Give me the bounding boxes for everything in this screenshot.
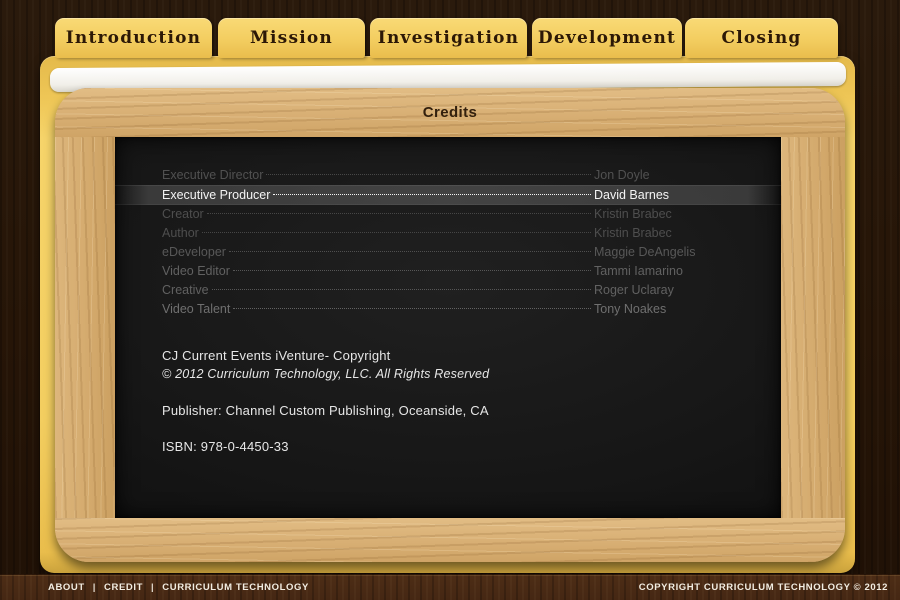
credits-list: Executive Director Jon Doyle Executive P… xyxy=(115,166,781,319)
credit-name: Roger Uclaray xyxy=(594,281,769,300)
company-copyright-line: © 2012 Curriculum Technology, LLC. All R… xyxy=(162,365,741,384)
dotted-leader xyxy=(207,213,591,214)
product-copyright-line: CJ Current Events iVenture- Copyright xyxy=(162,346,741,365)
tab-label: Closing xyxy=(721,28,801,48)
credit-name: Tony Noakes xyxy=(594,300,769,319)
copyright-block: CJ Current Events iVenture- Copyright © … xyxy=(162,346,741,456)
footer-link-about[interactable]: ABOUT xyxy=(48,582,85,593)
credit-row[interactable]: Video Editor Tammi Iamarino xyxy=(115,262,781,281)
tab-introduction[interactable]: Introduction xyxy=(55,18,212,58)
credit-name: Kristin Brabec xyxy=(594,205,769,224)
dotted-leader xyxy=(202,232,591,233)
dotted-leader xyxy=(229,251,591,252)
frame-plank-bottom xyxy=(55,517,845,562)
credit-row[interactable]: Author Kristin Brabec xyxy=(115,224,781,243)
tab-label: Introduction xyxy=(66,28,201,48)
tab-label: Development xyxy=(538,28,676,48)
credit-name: David Barnes xyxy=(594,185,769,205)
footer-separator: | xyxy=(151,582,154,593)
credit-row[interactable]: Executive Director Jon Doyle xyxy=(115,166,781,185)
page-title: Credits xyxy=(55,88,845,137)
credit-role: Executive Director xyxy=(162,166,263,185)
footer-bar: ABOUT | CREDIT | CURRICULUM TECHNOLOGY C… xyxy=(0,574,900,600)
tab-mission[interactable]: Mission xyxy=(218,18,365,58)
credit-row-selected[interactable]: Executive Producer David Barnes xyxy=(115,185,781,205)
credit-role: Executive Producer xyxy=(162,185,270,205)
footer-links: ABOUT | CREDIT | CURRICULUM TECHNOLOGY xyxy=(48,582,309,593)
credit-role: Author xyxy=(162,224,199,243)
dotted-leader xyxy=(266,174,591,175)
dotted-leader xyxy=(233,308,591,309)
credit-role: Creative xyxy=(162,281,209,300)
credit-row[interactable]: eDeveloper Maggie DeAngelis xyxy=(115,243,781,262)
tab-development[interactable]: Development xyxy=(532,18,682,58)
dotted-leader xyxy=(273,194,591,195)
credit-name: Tammi Iamarino xyxy=(594,262,769,281)
publisher-line: Publisher: Channel Custom Publishing, Oc… xyxy=(162,401,741,420)
credit-role: Creator xyxy=(162,205,204,224)
credit-row[interactable]: Creative Roger Uclaray xyxy=(115,281,781,300)
footer-separator: | xyxy=(93,582,96,593)
dotted-leader xyxy=(212,289,591,290)
credit-row[interactable]: Video Talent Tony Noakes xyxy=(115,300,781,319)
frame-plank-right xyxy=(780,137,845,518)
tab-label: Mission xyxy=(250,28,333,48)
chalkboard-frame: Credits Executive Director Jon Doyle Exe… xyxy=(55,88,845,562)
isbn-line: ISBN: 978-0-4450-33 xyxy=(162,437,741,456)
credit-name: Kristin Brabec xyxy=(594,224,769,243)
footer-copyright: COPYRIGHT CURRICULUM TECHNOLOGY © 2012 xyxy=(639,582,888,593)
credit-role: Video Talent xyxy=(162,300,230,319)
frame-plank-left xyxy=(55,137,116,518)
credit-row[interactable]: Creator Kristin Brabec xyxy=(115,205,781,224)
tab-label: Investigation xyxy=(378,28,519,48)
chalkboard: Executive Director Jon Doyle Executive P… xyxy=(115,137,781,518)
tab-closing[interactable]: Closing xyxy=(685,18,838,58)
tab-investigation[interactable]: Investigation xyxy=(370,18,527,58)
credit-name: Maggie DeAngelis xyxy=(594,243,769,262)
credit-role: eDeveloper xyxy=(162,243,226,262)
footer-link-curriculum-technology[interactable]: CURRICULUM TECHNOLOGY xyxy=(162,582,309,593)
credit-role: Video Editor xyxy=(162,262,230,281)
dotted-leader xyxy=(233,270,591,271)
credit-name: Jon Doyle xyxy=(594,166,769,185)
footer-link-credit[interactable]: CREDIT xyxy=(104,582,143,593)
